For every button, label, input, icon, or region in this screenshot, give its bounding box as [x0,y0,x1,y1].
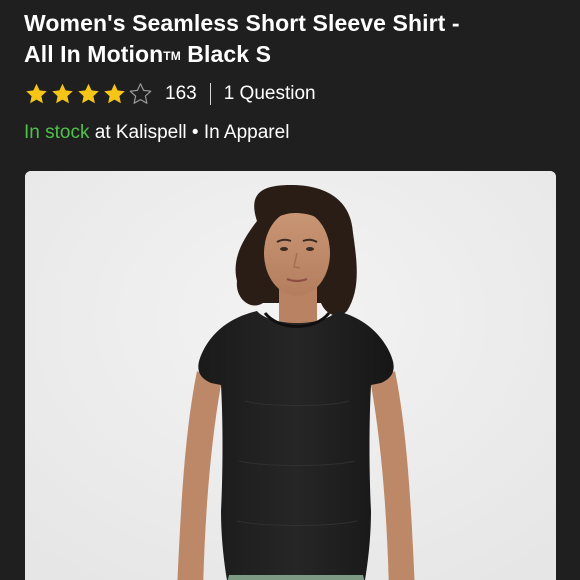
star-empty-icon [129,83,152,104]
trademark-symbol: TM [163,49,181,63]
divider [209,83,211,105]
star-filled-icon [104,83,125,104]
questions-link[interactable]: 1 Question [224,83,316,105]
product-photo-illustration [25,171,556,580]
product-title-variant: Black S [180,41,272,67]
store-location[interactable]: at Kalispell • In Apparel [89,122,290,143]
rating-row: 163 1 Question [24,80,316,108]
product-page: Women's Seamless Short Sleeve Shirt - All… [0,0,580,580]
star-filled-icon [52,83,73,104]
review-count[interactable]: 163 [165,83,197,105]
star-filled-icon [78,83,99,104]
stock-status: In stock [24,122,90,143]
product-title-line1: Women's Seamless Short Sleeve Shirt - [24,10,460,36]
availability-row: In stock at Kalispell • In Apparel [24,120,289,146]
product-title: Women's Seamless Short Sleeve Shirt - All… [24,8,564,72]
product-title-brand: All In Motion [24,41,164,67]
product-image[interactable] [25,171,556,580]
star-filled-icon [26,83,47,104]
star-rating[interactable] [24,82,153,106]
